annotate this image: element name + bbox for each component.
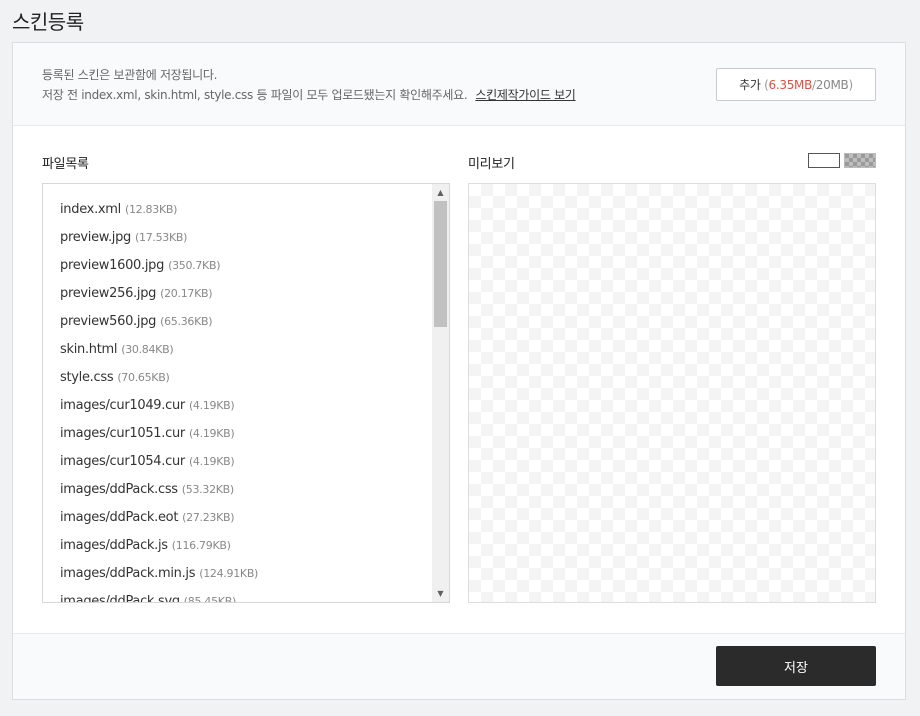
file-name: images/ddPack.css — [60, 482, 178, 497]
preview-bg-white-toggle[interactable] — [808, 153, 840, 168]
storage-used: 6.35MB — [768, 78, 813, 92]
file-name: images/ddPack.eot — [60, 510, 179, 525]
triangle-up-icon[interactable]: ▲ — [432, 184, 449, 201]
file-list-item[interactable]: images/ddPack.svg (85.45KB) — [43, 588, 433, 603]
file-list-item[interactable]: preview.jpg (17.53KB) — [43, 224, 433, 252]
file-list-item[interactable]: preview560.jpg (65.36KB) — [43, 308, 433, 336]
file-list-item[interactable]: images/cur1051.cur (4.19KB) — [43, 420, 433, 448]
file-name: images/cur1054.cur — [60, 454, 185, 469]
file-size: (350.7KB) — [168, 259, 221, 272]
notice-line-1: 등록된 스킨은 보관함에 저장됩니다. — [42, 68, 218, 82]
file-size: (70.65KB) — [117, 371, 170, 384]
file-list-label: 파일목록 — [42, 157, 89, 172]
file-list-item[interactable]: images/ddPack.eot (27.23KB) — [43, 504, 433, 532]
file-size: (124.91KB) — [199, 567, 259, 580]
notice-area: 등록된 스킨은 보관함에 저장됩니다. 저장 전 index.xml, skin… — [13, 43, 905, 126]
save-button[interactable]: 저장 — [716, 646, 876, 686]
file-name: preview1600.jpg — [60, 258, 165, 273]
file-size: (4.19KB) — [188, 427, 235, 440]
storage-total: 20MB — [815, 78, 849, 92]
file-name: style.css — [60, 370, 114, 385]
preview-area — [468, 183, 876, 603]
file-name: images/ddPack.js — [60, 538, 168, 553]
file-name: images/ddPack.min.js — [60, 566, 196, 581]
file-name: images/cur1049.cur — [60, 398, 185, 413]
file-size: (30.84KB) — [121, 343, 174, 356]
add-button-close-paren: ) — [848, 78, 853, 92]
file-name: images/ddPack.svg — [60, 594, 180, 603]
skin-register-panel: 등록된 스킨은 보관함에 저장됩니다. 저장 전 index.xml, skin… — [12, 42, 906, 700]
add-button-label: 추가 — [739, 78, 761, 92]
file-size: (20.17KB) — [160, 287, 213, 300]
page-title: 스킨등록 — [12, 10, 84, 34]
notice-line-2-text: 저장 전 index.xml, skin.html, style.css 등 파… — [42, 88, 468, 102]
footer-bar: 저장 — [13, 633, 905, 699]
file-size: (17.53KB) — [135, 231, 188, 244]
file-list-item[interactable]: preview1600.jpg (350.7KB) — [43, 252, 433, 280]
file-list-item[interactable]: skin.html (30.84KB) — [43, 336, 433, 364]
file-name: preview560.jpg — [60, 314, 157, 329]
file-size: (4.19KB) — [188, 455, 235, 468]
preview-label: 미리보기 — [468, 157, 515, 172]
file-size: (27.23KB) — [182, 511, 235, 524]
file-size: (4.19KB) — [188, 399, 235, 412]
notice-line-2: 저장 전 index.xml, skin.html, style.css 등 파… — [42, 86, 576, 103]
file-list-item[interactable]: images/ddPack.js (116.79KB) — [43, 532, 433, 560]
file-size: (65.36KB) — [160, 315, 213, 328]
file-name: skin.html — [60, 342, 118, 357]
file-list-item[interactable]: images/cur1054.cur (4.19KB) — [43, 448, 433, 476]
file-list-item[interactable]: images/ddPack.css (53.32KB) — [43, 476, 433, 504]
file-size: (53.32KB) — [181, 483, 234, 496]
add-file-button[interactable]: 추가 (6.35MB/20MB) — [716, 68, 876, 101]
file-list-item[interactable]: images/ddPack.min.js (124.91KB) — [43, 560, 433, 588]
file-size: (12.83KB) — [124, 203, 178, 216]
skin-guide-link[interactable]: 스킨제작가이드 보기 — [475, 88, 575, 102]
file-list-item[interactable]: index.xml (12.83KB) — [43, 196, 433, 224]
file-size: (85.45KB) — [183, 595, 236, 603]
triangle-down-icon[interactable]: ▼ — [432, 585, 449, 602]
file-name: preview.jpg — [60, 230, 131, 245]
file-list-item[interactable]: preview256.jpg (20.17KB) — [43, 280, 433, 308]
file-list-item[interactable]: style.css (70.65KB) — [43, 364, 433, 392]
file-size: (116.79KB) — [171, 539, 231, 552]
file-list: index.xml (12.83KB) preview.jpg (17.53KB) pr… — [43, 196, 433, 603]
file-name: images/cur1051.cur — [60, 426, 185, 441]
file-name: index.xml — [60, 202, 121, 217]
file-list-item[interactable]: images/cur1049.cur (4.19KB) — [43, 392, 433, 420]
file-name: preview256.jpg — [60, 286, 157, 301]
preview-bg-checker-toggle[interactable] — [844, 153, 876, 168]
scrollbar-thumb[interactable] — [434, 201, 447, 327]
file-list-scrollbar[interactable]: ▲ ▼ — [432, 184, 449, 602]
file-list-box: index.xml (12.83KB) preview.jpg (17.53KB) pr… — [42, 183, 450, 603]
